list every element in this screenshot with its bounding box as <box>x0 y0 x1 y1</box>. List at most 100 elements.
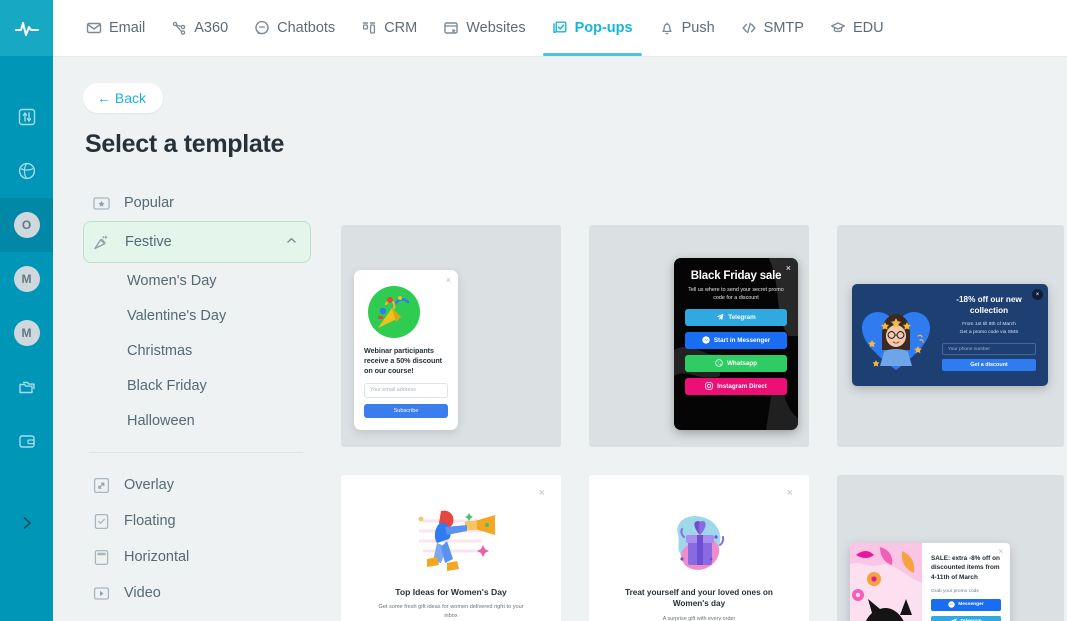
check-box-icon <box>91 511 111 531</box>
popup-subtitle: Get some fresh gift ideas for women deli… <box>378 604 524 619</box>
nav-item-label: SMTP <box>763 20 804 36</box>
avatar: M <box>13 320 40 346</box>
expand-box-icon <box>91 475 111 495</box>
crm-columns-icon <box>361 20 377 36</box>
submenu-item-valentines-day[interactable]: Valentine's Day <box>83 298 311 333</box>
close-icon[interactable]: × <box>787 488 793 499</box>
instagram-button[interactable]: Instagram Direct <box>685 377 787 395</box>
submenu-item-label: Halloween <box>127 412 195 429</box>
menu-item-overlay[interactable]: Overlay <box>83 467 311 503</box>
submenu-item-halloween[interactable]: Halloween <box>83 403 311 438</box>
get-discount-button[interactable]: Get a discount <box>942 359 1036 372</box>
girl-illustration <box>852 284 940 386</box>
megaphone-illustration <box>397 505 505 577</box>
popup-preview-treat: × Treat yourself and your loved ones on … <box>589 475 809 621</box>
nav-item-label: CRM <box>384 20 418 36</box>
main-area: Email A360 Chatbots CRM Websites Pop-ups… <box>53 0 1067 621</box>
page-title: Select a template <box>85 130 285 158</box>
template-card-treat[interactable]: × Treat yourself and your loved ones on … <box>589 475 809 621</box>
subscribe-button[interactable]: Subscribe <box>364 403 448 418</box>
back-button-label: ← Back <box>97 90 147 106</box>
template-grid: × Webinar participants receive a 50% dis… <box>341 57 1067 621</box>
play-box-icon <box>91 583 111 603</box>
nav-item-push[interactable]: Push <box>646 0 728 56</box>
whatsapp-icon <box>715 359 723 367</box>
menu-item-modal-window[interactable]: Modal window <box>83 611 311 621</box>
template-card-collection[interactable]: -18% off our new collection From 1st til… <box>837 225 1064 447</box>
telegram-button[interactable]: Telegram <box>931 615 1001 621</box>
app-logo[interactable] <box>0 0 53 56</box>
template-card-cat-sale[interactable]: × SALE: extra -8% off on discounted item… <box>837 475 1064 621</box>
close-icon[interactable]: × <box>1032 289 1043 300</box>
popup-preview-cat-sale: × SALE: extra -8% off on discounted item… <box>850 543 1010 621</box>
nav-item-label: A360 <box>194 20 229 36</box>
nav-item-edu[interactable]: EDU <box>817 0 897 56</box>
submenu-item-black-friday[interactable]: Black Friday <box>83 368 311 403</box>
telegram-icon <box>716 313 724 321</box>
menu-item-popular[interactable]: Popular <box>83 185 311 221</box>
template-filter-pane: ← Back Select a template Popular Festive… <box>53 57 341 621</box>
telegram-button[interactable]: Telegram <box>685 308 787 326</box>
popup-subtitle: Tell us where to send your secret promo … <box>688 287 784 301</box>
messenger-icon <box>702 336 710 344</box>
popup-title: SALE: extra -8% off on discounted items … <box>931 555 1000 581</box>
app-root: O M M Email A360 Chatbots CRM Websites P… <box>0 0 1067 621</box>
rail-item-account-m2[interactable]: M <box>0 306 53 360</box>
close-icon[interactable]: × <box>539 488 545 499</box>
menu-item-label: Floating <box>124 513 176 529</box>
popup-title: -18% off our new collection <box>956 295 1022 315</box>
chevron-right-icon <box>23 517 31 529</box>
button-label: Start in Messenger <box>713 336 771 344</box>
email-input[interactable]: Your email address <box>364 382 448 398</box>
wallet-icon <box>18 435 35 448</box>
nav-item-a360[interactable]: A360 <box>158 0 241 56</box>
nav-item-email[interactable]: Email <box>73 0 158 56</box>
nav-item-websites[interactable]: Websites <box>430 0 538 56</box>
template-grid-wrap: × Webinar participants receive a 50% dis… <box>341 57 1067 621</box>
menu-item-floating[interactable]: Floating <box>83 503 311 539</box>
code-icon <box>741 20 757 36</box>
rail-item-account-o[interactable]: O <box>0 198 53 252</box>
popup-line2: Get a promo code via SMS <box>959 329 1019 335</box>
rail-expand-button[interactable] <box>0 503 53 543</box>
rail-item-folders[interactable] <box>0 360 53 414</box>
menu-item-festive[interactable]: Festive <box>83 221 311 263</box>
nav-item-chatbots[interactable]: Chatbots <box>241 0 348 56</box>
template-card-womens-day[interactable]: × Top Ideas for Women's Day Get some fre… <box>341 475 561 621</box>
rail-item-account-m1[interactable]: M <box>0 252 53 306</box>
nav-item-smtp[interactable]: SMTP <box>728 0 817 56</box>
rail-item-wallet[interactable] <box>0 414 53 468</box>
rail-item-globe[interactable] <box>0 144 53 198</box>
avatar: M <box>13 266 40 292</box>
nav-item-label: EDU <box>852 20 884 36</box>
globe-icon <box>18 162 35 180</box>
popup-preview-womens-day: × Top Ideas for Women's Day Get some fre… <box>341 475 561 621</box>
template-card-black-friday[interactable]: × Black Friday sale Tell us where to sen… <box>589 225 809 447</box>
close-icon[interactable]: × <box>998 548 1003 556</box>
whatsapp-button[interactable]: Whatsapp <box>685 354 787 372</box>
messenger-button[interactable]: Start in Messenger <box>685 331 787 349</box>
menu-item-video[interactable]: Video <box>83 575 311 611</box>
nav-item-label: Pop-ups <box>574 20 633 36</box>
menu-item-horizontal[interactable]: Horizontal <box>83 539 311 575</box>
rail-item-settings-sliders[interactable] <box>0 90 53 144</box>
popup-check-icon <box>552 20 568 36</box>
submenu-item-christmas[interactable]: Christmas <box>83 333 311 368</box>
template-card-webinar[interactable]: × Webinar participants receive a 50% dis… <box>341 225 561 447</box>
party-illustration <box>368 286 420 338</box>
back-button[interactable]: ← Back <box>83 83 164 113</box>
nav-item-label: Push <box>681 20 715 36</box>
instagram-icon <box>705 382 713 390</box>
popup-title: Treat yourself and your loved ones on Wo… <box>625 588 773 609</box>
menu-item-label: Overlay <box>124 477 174 493</box>
page-body: ← Back Select a template Popular Festive… <box>53 57 1067 621</box>
nav-item-crm[interactable]: CRM <box>348 0 430 56</box>
button-label: Telegram <box>728 313 756 321</box>
phone-input[interactable]: Your phone number <box>942 343 1036 356</box>
messenger-button[interactable]: Messenger <box>931 598 1001 611</box>
rail-item-list: O M M <box>0 56 53 468</box>
nav-item-popups[interactable]: Pop-ups <box>539 0 646 56</box>
close-icon[interactable]: × <box>446 276 451 285</box>
graduation-cap-icon <box>830 20 846 36</box>
submenu-item-womens-day[interactable]: Women's Day <box>83 263 311 298</box>
